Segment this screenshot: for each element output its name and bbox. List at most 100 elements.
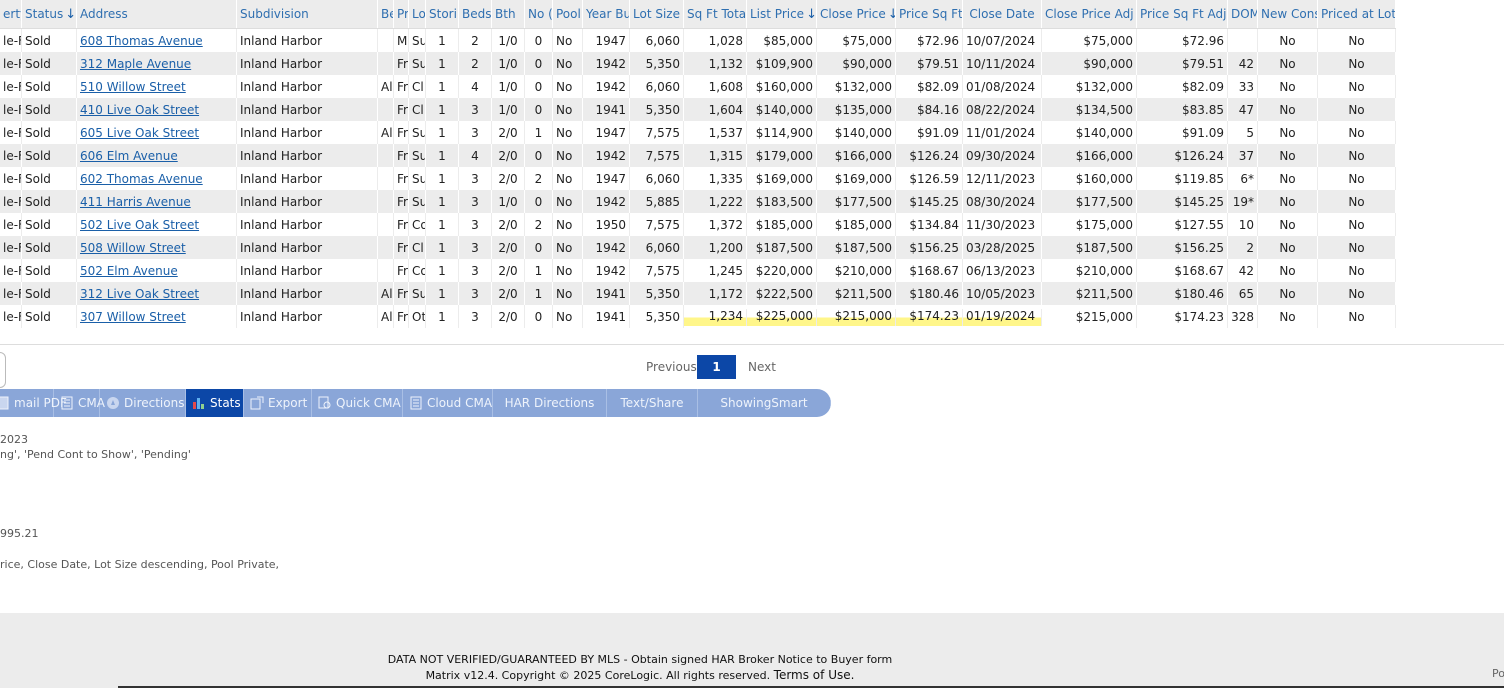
- cell-text: 2: [1246, 240, 1254, 255]
- column-header[interactable]: DOM: [1228, 0, 1258, 28]
- toolbar-cma-button[interactable]: CMA: [54, 389, 105, 417]
- address-text[interactable]: 312 Live Oak Street: [80, 287, 199, 301]
- address-text[interactable]: 608 Thomas Avenue: [80, 34, 203, 48]
- table-row[interactable]: le-F Sold 508 Willow Street Inland Harbor Fr…: [0, 236, 1396, 259]
- column-header[interactable]: Beds: [459, 0, 492, 28]
- address-link[interactable]: 410 Live Oak Street: [77, 98, 237, 121]
- table-row[interactable]: le-F Sold 502 Live Oak Street Inland Harbor…: [0, 213, 1396, 236]
- cell-text: No: [556, 286, 573, 301]
- table-row[interactable]: le-F Sold 608 Thomas Avenue Inland Harbor MS…: [0, 29, 1396, 52]
- column-header[interactable]: Bth: [492, 0, 525, 28]
- column-header[interactable]: Price Sq Ft: [896, 0, 963, 28]
- cell-text: 42: [1238, 263, 1254, 278]
- address-link[interactable]: 602 Thomas Avenue: [77, 167, 237, 190]
- toolbar-directions-button[interactable]: Directions: [100, 389, 186, 417]
- table-row[interactable]: le-F Sold 411 Harris Avenue Inland Harbor Fr…: [0, 190, 1396, 213]
- address-text[interactable]: 312 Maple Avenue: [80, 57, 191, 71]
- address-text[interactable]: 410 Live Oak Street: [80, 103, 199, 117]
- column-header[interactable]: Price Sq Ft Adj: [1137, 0, 1228, 28]
- table-cell: le-F: [0, 75, 22, 98]
- address-link[interactable]: 502 Live Oak Street: [77, 213, 237, 236]
- table-row[interactable]: le-F Sold 605 Live Oak Street Inland Harbor…: [0, 121, 1396, 144]
- terms-of-use-link[interactable]: Terms of Use.: [774, 668, 855, 682]
- column-header[interactable]: Lot Size: [630, 0, 684, 28]
- cell-text: 1,604: [708, 102, 743, 117]
- address-link[interactable]: 312 Maple Avenue: [77, 52, 237, 75]
- address-link[interactable]: 510 Willow Street: [77, 75, 237, 98]
- table-cell: 0: [525, 29, 553, 52]
- address-link[interactable]: 606 Elm Avenue: [77, 144, 237, 167]
- column-header[interactable]: Pool: [553, 0, 583, 28]
- table-row[interactable]: le-F Sold 307 Willow Street Inland Harbor Al…: [0, 305, 1396, 328]
- pager-page-1[interactable]: 1: [697, 355, 736, 379]
- address-text[interactable]: 606 Elm Avenue: [80, 149, 178, 163]
- address-text[interactable]: 602 Thomas Avenue: [80, 172, 203, 186]
- cell-text: $169,000: [834, 171, 892, 186]
- address-link[interactable]: 605 Live Oak Street: [77, 121, 237, 144]
- column-header[interactable]: erty: [0, 0, 22, 28]
- table-cell: 2: [459, 52, 492, 75]
- address-text[interactable]: 510 Willow Street: [80, 80, 186, 94]
- results-grid: ertyStatus↓AddressSubdivisionBePrLoStori…: [0, 0, 1396, 330]
- column-header[interactable]: Close Price Adj: [1042, 0, 1137, 28]
- toolbar-mail-pdf-button[interactable]: mail PDF: [0, 389, 67, 417]
- table-row[interactable]: le-F Sold 312 Maple Avenue Inland Harbor Fr S…: [0, 52, 1396, 75]
- table-row[interactable]: le-F Sold 410 Live Oak Street Inland Harbor…: [0, 98, 1396, 121]
- column-header[interactable]: Pr: [394, 0, 409, 28]
- address-link[interactable]: 411 Harris Avenue: [77, 190, 237, 213]
- table-cell: No: [553, 282, 583, 305]
- table-row[interactable]: le-F Sold 312 Live Oak Street Inland Harbor…: [0, 282, 1396, 305]
- pager-previous[interactable]: Previous: [646, 355, 697, 379]
- address-text[interactable]: 307 Willow Street: [80, 310, 186, 324]
- cell-text: No: [1279, 240, 1296, 255]
- column-header[interactable]: Priced at Lot: [1318, 0, 1396, 28]
- cell-text: Cl: [412, 79, 424, 94]
- table-row[interactable]: le-F Sold 606 Elm Avenue Inland Harbor Fr Su 1…: [0, 144, 1396, 167]
- toolbar-stats-button[interactable]: Stats: [186, 389, 244, 417]
- toolbar-cloud-cma-button[interactable]: Cloud CMA: [403, 389, 493, 417]
- column-header[interactable]: Lo: [409, 0, 426, 28]
- address-text[interactable]: 508 Willow Street: [80, 241, 186, 255]
- address-text[interactable]: 502 Elm Avenue: [80, 264, 178, 278]
- cell-text: $185,000: [834, 217, 892, 232]
- cell-text: $225,000: [755, 308, 813, 323]
- address-link[interactable]: 508 Willow Street: [77, 236, 237, 259]
- table-cell: 2: [1228, 236, 1258, 259]
- cell-text: Fr: [397, 79, 408, 94]
- column-header[interactable]: Stori: [426, 0, 459, 28]
- address-link[interactable]: 502 Elm Avenue: [77, 259, 237, 282]
- column-header[interactable]: Status ↓: [22, 0, 77, 28]
- column-header-label: New Cons: [1261, 7, 1318, 21]
- column-header[interactable]: Close Price↓: [817, 0, 896, 28]
- column-header[interactable]: New Cons: [1258, 0, 1318, 28]
- column-header[interactable]: Be: [378, 0, 394, 28]
- address-link[interactable]: 608 Thomas Avenue: [77, 29, 237, 52]
- column-header[interactable]: List Price ↓: [747, 0, 817, 28]
- address-text[interactable]: 605 Live Oak Street: [80, 126, 199, 140]
- table-row[interactable]: le-F Sold 502 Elm Avenue Inland Harbor Fr Co 1…: [0, 259, 1396, 282]
- column-header[interactable]: Year Bu: [583, 0, 630, 28]
- table-cell: Inland Harbor: [237, 52, 378, 75]
- toolbar-quick-cma-button[interactable]: Quick CMA: [312, 389, 403, 417]
- toolbar-har-directions-button[interactable]: HAR Directions: [493, 389, 607, 417]
- address-link[interactable]: 312 Live Oak Street: [77, 282, 237, 305]
- address-text[interactable]: 502 Live Oak Street: [80, 218, 199, 232]
- column-header[interactable]: No (: [525, 0, 553, 28]
- side-tab[interactable]: [0, 352, 6, 388]
- address-link[interactable]: 307 Willow Street: [77, 305, 237, 328]
- column-header[interactable]: Subdivision: [237, 0, 378, 28]
- table-row[interactable]: le-F Sold 602 Thomas Avenue Inland Harbor Fr…: [0, 167, 1396, 190]
- table-cell: $179,000: [747, 144, 817, 167]
- table-cell: $175,000: [1042, 213, 1137, 236]
- table-row[interactable]: le-F Sold 510 Willow Street Inland Harbor Al…: [0, 75, 1396, 98]
- table-cell: $127.55: [1137, 213, 1228, 236]
- toolbar-export-button[interactable]: Export: [244, 389, 312, 417]
- toolbar-text-share-button[interactable]: Text/Share: [607, 389, 698, 417]
- pager-next[interactable]: Next: [748, 355, 776, 379]
- column-header[interactable]: Sq Ft Total: [684, 0, 747, 28]
- address-text[interactable]: 411 Harris Avenue: [80, 195, 191, 209]
- toolbar-showingsmart-button[interactable]: ShowingSmart: [698, 389, 831, 417]
- cell-text: No: [556, 102, 573, 117]
- column-header[interactable]: Address: [77, 0, 237, 28]
- column-header[interactable]: Close Date: [963, 0, 1042, 28]
